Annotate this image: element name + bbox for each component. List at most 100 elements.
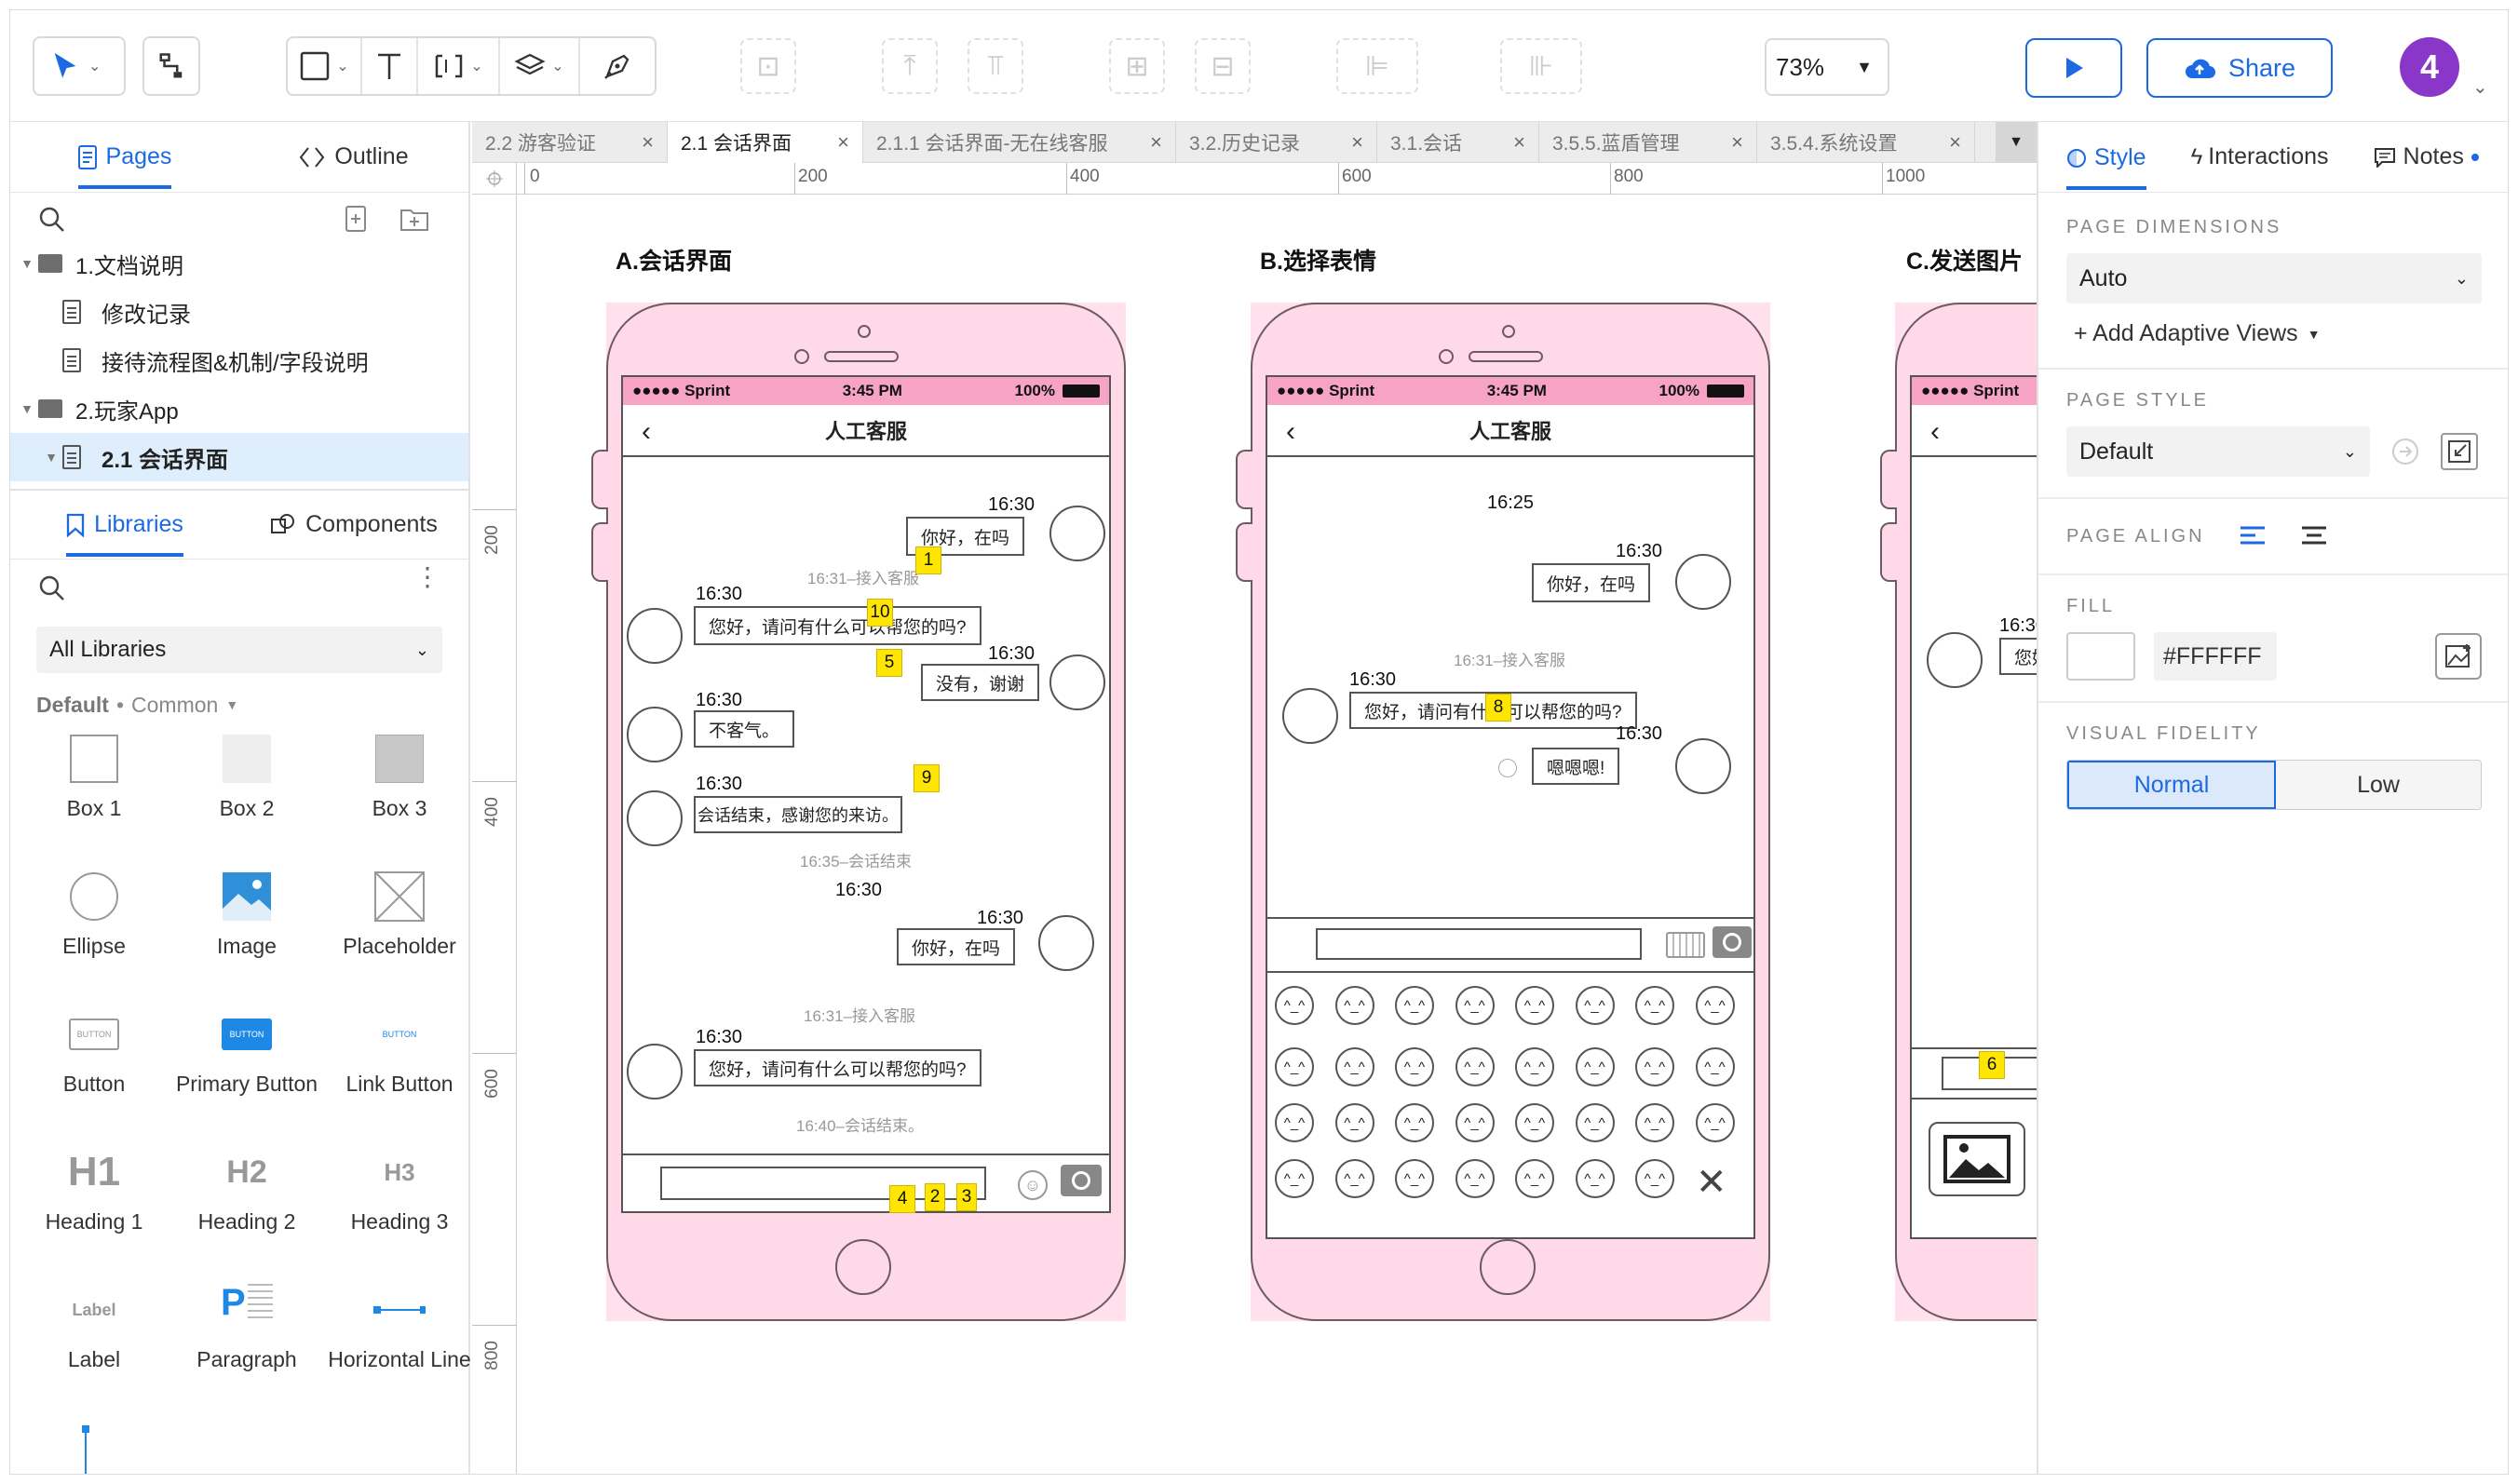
emoji-face[interactable]: ^_^: [1275, 986, 1314, 1025]
preview-button[interactable]: [2025, 38, 2122, 98]
emoji-face[interactable]: ^_^: [1455, 1103, 1495, 1142]
tab-components[interactable]: Components: [239, 491, 468, 559]
ruler-origin[interactable]: [472, 163, 517, 195]
close-icon[interactable]: ×: [1351, 130, 1363, 155]
close-icon[interactable]: ✕: [1696, 1161, 1727, 1204]
close-icon[interactable]: ×: [1150, 130, 1162, 155]
close-icon[interactable]: ×: [1731, 130, 1743, 155]
fidelity-normal-button[interactable]: Normal: [2067, 761, 2276, 809]
phone-b[interactable]: ●●●●● Sprint 3:45 PM 100% ‹ 人工客服 16:25 16:3…: [1251, 303, 1770, 1321]
annotation-note[interactable]: 2: [925, 1183, 945, 1211]
emoji-face[interactable]: ^_^: [1455, 986, 1495, 1025]
connector-icon[interactable]: [144, 38, 198, 94]
widget-ellipse[interactable]: Ellipse: [18, 861, 170, 999]
design-canvas[interactable]: A.会话界面 ●●●●● Sprint 3:45 PM 100% ‹ 人工客服 16:…: [519, 196, 2037, 1474]
annotation-note[interactable]: 5: [876, 649, 902, 677]
phone-c[interactable]: ●●●●● Sprint ‹ 16:30 您好: [1895, 303, 2037, 1321]
widget-primary-button[interactable]: BUTTON Primary Button: [170, 999, 323, 1137]
add-page-icon[interactable]: [344, 206, 370, 232]
pointer-icon[interactable]: ⌄: [34, 38, 124, 94]
widget-box-2[interactable]: Box 2: [170, 723, 323, 861]
emoji-face[interactable]: ^_^: [1695, 1103, 1735, 1142]
emoji-face[interactable]: ^_^: [1635, 1047, 1674, 1086]
tab-pages[interactable]: Pages: [10, 122, 239, 192]
message-input[interactable]: [1316, 928, 1642, 960]
emoji-face[interactable]: ^_^: [1334, 1047, 1374, 1086]
emoji-face[interactable]: ^_^: [1275, 1159, 1314, 1198]
close-icon[interactable]: ×: [837, 130, 849, 155]
emoji-face[interactable]: ^_^: [1334, 1103, 1374, 1142]
camera-icon[interactable]: [1061, 1165, 1102, 1196]
emoji-face[interactable]: ^_^: [1334, 1159, 1374, 1198]
widget-paragraph[interactable]: P Paragraph: [170, 1275, 323, 1412]
pen-icon[interactable]: [580, 38, 655, 94]
share-button[interactable]: Share: [2146, 38, 2333, 98]
style-manager-icon[interactable]: [2441, 433, 2478, 470]
widget-heading-1[interactable]: H1 Heading 1: [18, 1137, 170, 1275]
page-dimensions-select[interactable]: Auto ⌄: [2066, 253, 2482, 304]
tab-outline[interactable]: Outline: [239, 122, 468, 192]
page-tab-active[interactable]: 2.1 会话界面 ×: [668, 122, 863, 163]
annotation-note[interactable]: 9: [914, 764, 940, 792]
layers-icon[interactable]: ⌄: [500, 38, 580, 94]
close-icon[interactable]: ×: [1513, 130, 1525, 155]
page-tab[interactable]: 2.1.1 会话界面-无在线客服 ×: [863, 122, 1176, 163]
emoji-face[interactable]: ^_^: [1395, 986, 1434, 1025]
fill-color-swatch[interactable]: [2066, 632, 2135, 681]
widget-button[interactable]: BUTTON Button: [18, 999, 170, 1137]
keyboard-icon[interactable]: [1666, 932, 1705, 958]
annotation-note[interactable]: 8: [1485, 694, 1511, 722]
emoji-face[interactable]: ^_^: [1455, 1159, 1495, 1198]
emoji-face[interactable]: ^_^: [1635, 1103, 1674, 1142]
annotation-note[interactable]: 1: [915, 546, 941, 574]
back-icon[interactable]: ‹: [1930, 416, 1940, 448]
emoji-face[interactable]: ^_^: [1575, 1159, 1615, 1198]
tabs-overflow-icon[interactable]: ▼: [1996, 122, 2037, 163]
phone-a[interactable]: ●●●●● Sprint 3:45 PM 100% ‹ 人工客服 16:30 你好，在…: [606, 303, 1126, 1321]
tab-libraries[interactable]: Libraries: [10, 491, 239, 559]
emoji-face[interactable]: ^_^: [1635, 1159, 1674, 1198]
emoji-face[interactable]: ^_^: [1515, 986, 1554, 1025]
add-folder-icon[interactable]: [399, 206, 429, 232]
widget-label-item[interactable]: Label Label: [18, 1275, 170, 1412]
page-tab[interactable]: 3.5.4.系统设置 ×: [1757, 122, 1975, 163]
caret-down-icon[interactable]: ▼: [16, 401, 38, 416]
tree-page-chat[interactable]: ▼ 2.1 会话界面: [10, 433, 468, 481]
caret-down-icon[interactable]: ▼: [40, 450, 62, 465]
add-adaptive-views-button[interactable]: + Add Adaptive Views ▼: [2066, 320, 2482, 347]
caret-down-icon[interactable]: ▼: [16, 256, 38, 271]
widget-link-button[interactable]: BUTTON Link Button: [323, 999, 476, 1137]
vertical-line-icon[interactable]: [79, 1425, 92, 1475]
page-tab[interactable]: 3.2.历史记录 ×: [1176, 122, 1377, 163]
more-vertical-icon[interactable]: ⋮: [414, 564, 440, 590]
tree-folder-app[interactable]: ▼ 2.玩家App: [10, 384, 468, 433]
tree-page-changelog[interactable]: 修改记录: [10, 288, 468, 336]
widget-box-3[interactable]: Box 3: [323, 723, 476, 861]
emoji-face[interactable]: ^_^: [1455, 1047, 1495, 1086]
align-left-icon[interactable]: [2239, 525, 2267, 547]
emoji-face[interactable]: ^_^: [1575, 1047, 1615, 1086]
annotation-note[interactable]: 4: [889, 1185, 915, 1213]
fill-hex-input[interactable]: #FFFFFF: [2154, 632, 2277, 681]
align-center-icon[interactable]: [2300, 525, 2328, 547]
tab-interactions[interactable]: ϟ Interactions: [2191, 143, 2329, 170]
emoji-face[interactable]: ^_^: [1515, 1159, 1554, 1198]
emoji-face[interactable]: ^_^: [1575, 986, 1615, 1025]
back-icon[interactable]: ‹: [642, 416, 651, 448]
emoji-face[interactable]: ^_^: [1275, 1047, 1314, 1086]
emoji-face[interactable]: ^_^: [1695, 1047, 1735, 1086]
emoji-face[interactable]: ^_^: [1275, 1103, 1314, 1142]
widget-heading-2[interactable]: H2 Heading 2: [170, 1137, 323, 1275]
close-icon[interactable]: ×: [1949, 130, 1961, 155]
emoji-face[interactable]: ^_^: [1515, 1047, 1554, 1086]
emoji-face[interactable]: ^_^: [1635, 986, 1674, 1025]
page-tab[interactable]: 2.2 游客验证 ×: [472, 122, 668, 163]
close-icon[interactable]: ×: [642, 130, 654, 155]
emoji-icon[interactable]: ☺: [1018, 1170, 1048, 1200]
emoji-face[interactable]: ^_^: [1395, 1103, 1434, 1142]
page-tab[interactable]: 3.5.5.蓝盾管理 ×: [1539, 122, 1757, 163]
page-tab[interactable]: 3.1.会话 ×: [1377, 122, 1539, 163]
emoji-face[interactable]: ^_^: [1695, 986, 1735, 1025]
user-avatar[interactable]: 4: [2400, 37, 2459, 97]
chevron-down-icon[interactable]: ⌄: [2472, 75, 2488, 99]
